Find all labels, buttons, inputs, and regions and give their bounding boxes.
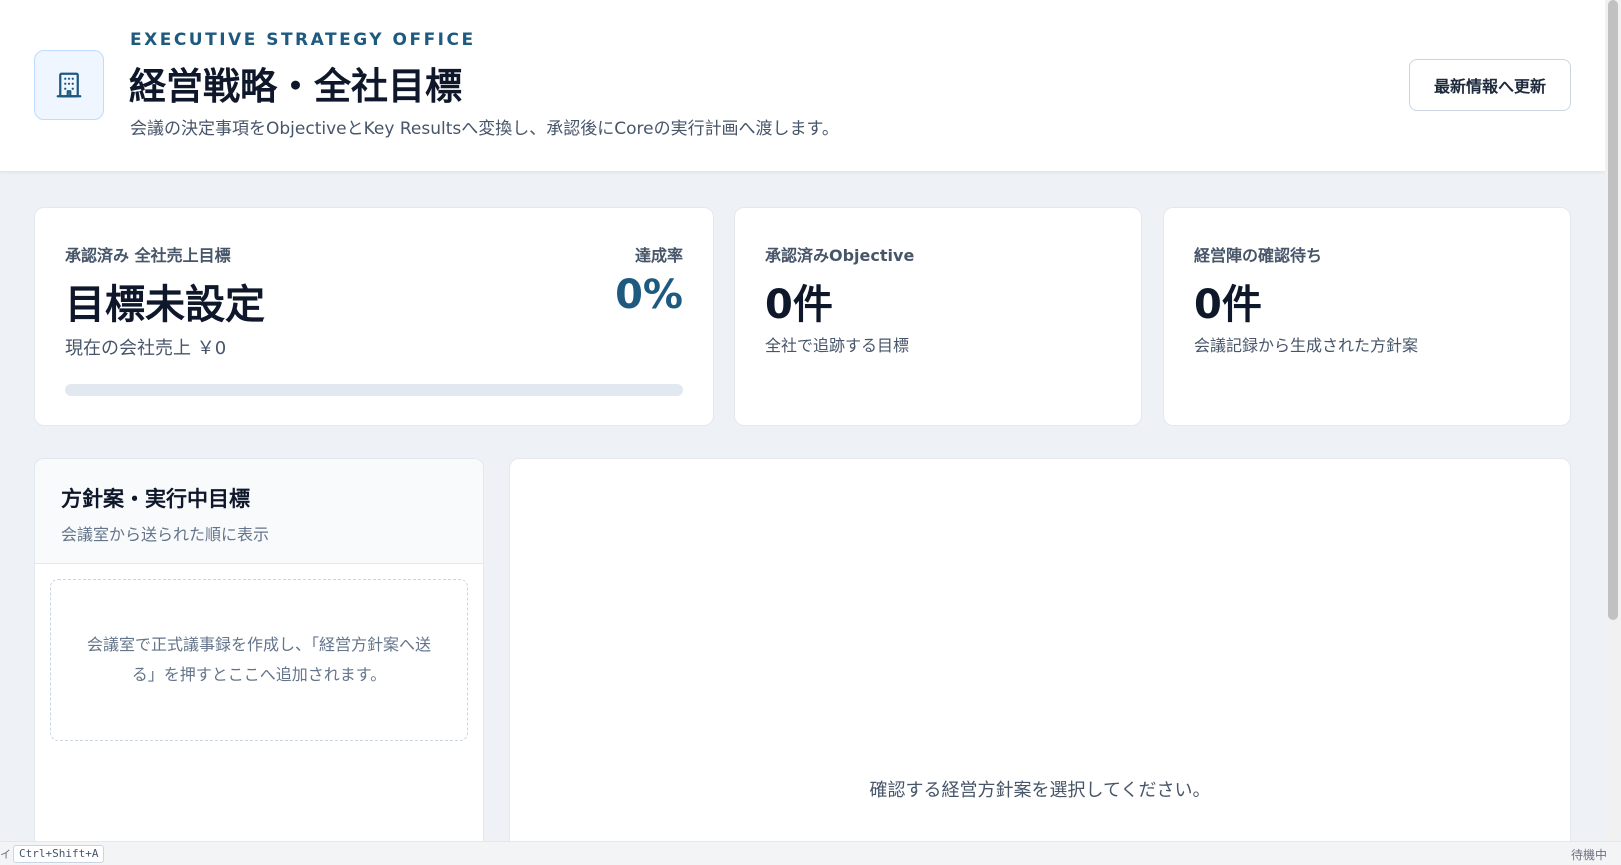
revenue-target-card: 承認済み 全社売上目標 達成率 目標未設定 0% 現在の会社売上 ￥0	[34, 207, 714, 426]
achievement-rate-value: 0%	[615, 272, 683, 318]
page-header: EXECUTIVE STRATEGY OFFICE 経営戦略・全社目標 会議の決…	[0, 0, 1605, 172]
policy-list-panel: 方針案・実行中目標 会議室から送られた順に表示 会議室で正式議事録を作成し、「経…	[34, 458, 484, 841]
policy-list-header: 方針案・実行中目標 会議室から送られた順に表示	[35, 459, 483, 564]
policy-detail-panel: 確認する経営方針案を選択してください。	[509, 458, 1571, 841]
current-revenue-text: 現在の会社売上 ￥0	[65, 338, 227, 359]
status-text: 待機中	[1570, 848, 1607, 862]
achievement-rate-label: 達成率	[634, 246, 683, 265]
page-scrollbar[interactable]	[1605, 0, 1621, 841]
page-title: 経営戦略・全社目標	[129, 65, 462, 108]
policy-list-subtitle: 会議室から送られた順に表示	[61, 525, 270, 544]
approved-objectives-card: 承認済みObjective 0件 全社で追跡する目標	[734, 207, 1142, 426]
policy-list-title: 方針案・実行中目標	[61, 487, 250, 511]
page-scrollbar-thumb[interactable]	[1608, 0, 1618, 620]
policy-list-empty-state: 会議室で正式議事録を作成し、「経営方針案へ送る」を押すとここへ追加されます。	[50, 579, 468, 741]
shortcut-hint: イ Ctrl+Shift+A	[0, 845, 105, 863]
policy-detail-empty-message: 確認する経営方針案を選択してください。	[869, 780, 1211, 801]
building-icon	[34, 50, 104, 120]
approved-objectives-sub: 全社で追跡する目標	[765, 336, 910, 355]
revenue-target-label: 承認済み 全社売上目標	[65, 246, 231, 265]
shortcut-prefix: イ	[0, 848, 11, 861]
status-bar: イ Ctrl+Shift+A 待機中	[0, 841, 1621, 865]
approved-objectives-label: 承認済みObjective	[765, 246, 915, 265]
shortcut-key: Ctrl+Shift+A	[13, 845, 105, 863]
header-eyebrow: EXECUTIVE STRATEGY OFFICE	[130, 30, 476, 50]
pending-review-count: 0件	[1194, 282, 1262, 328]
app-window: EXECUTIVE STRATEGY OFFICE 経営戦略・全社目標 会議の決…	[0, 0, 1605, 841]
pending-review-card: 経営陣の確認待ち 0件 会議記録から生成された方針案	[1163, 207, 1571, 426]
page-description: 会議の決定事項をObjectiveとKey Resultsへ変換し、承認後にCo…	[130, 119, 839, 139]
revenue-target-value: 目標未設定	[65, 282, 265, 328]
achievement-progress-bar	[65, 384, 683, 396]
refresh-button[interactable]: 最新情報へ更新	[1409, 59, 1571, 111]
pending-review-sub: 会議記録から生成された方針案	[1194, 336, 1419, 355]
approved-objectives-count: 0件	[765, 282, 833, 328]
pending-review-label: 経営陣の確認待ち	[1194, 246, 1323, 265]
